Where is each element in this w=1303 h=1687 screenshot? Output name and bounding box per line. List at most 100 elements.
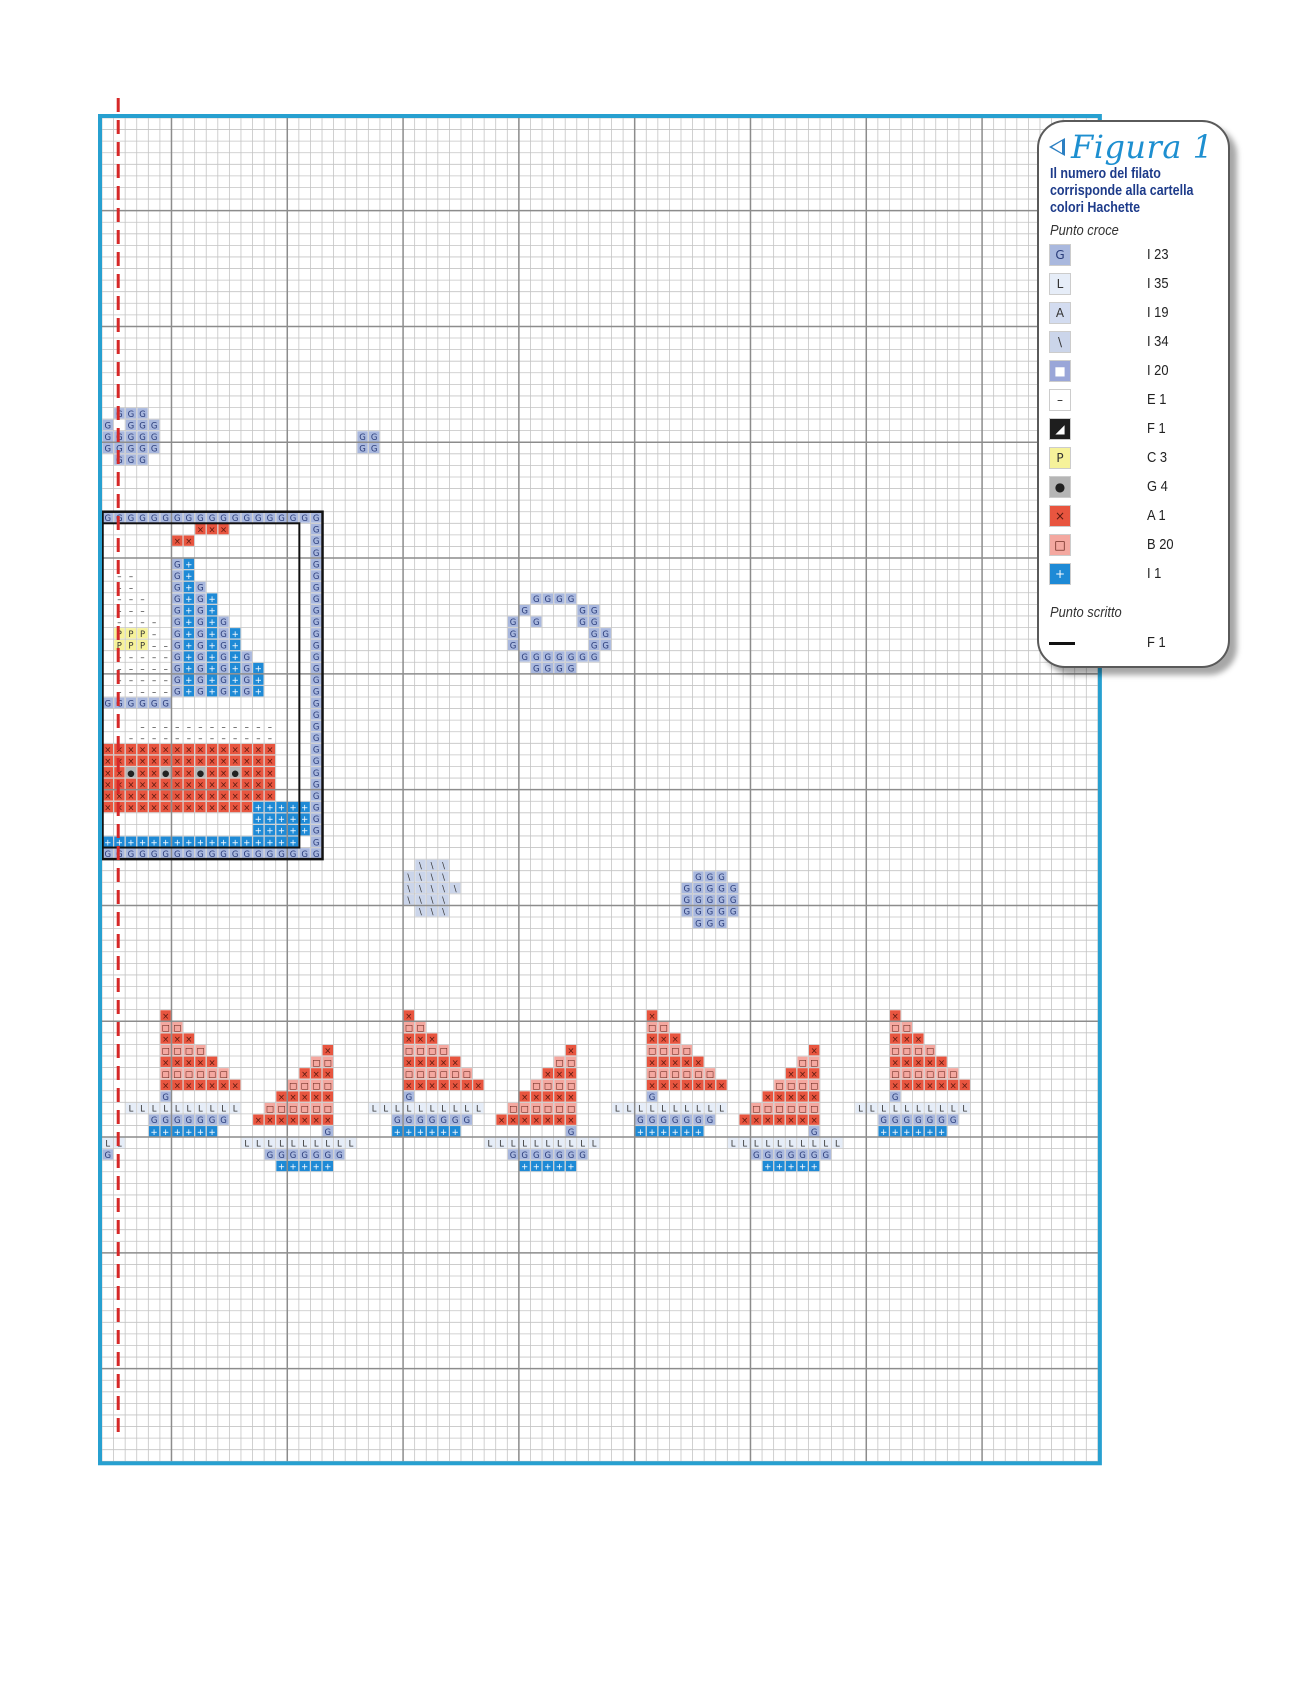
stitch-symbol: G <box>602 641 609 651</box>
stitch-symbol: L <box>163 1105 168 1115</box>
stitch-symbol: G <box>174 572 181 582</box>
stitch-symbol: G <box>533 665 540 675</box>
stitch-symbol: × <box>174 792 181 802</box>
stitch-symbol: – <box>164 722 168 732</box>
stitch-symbol: × <box>162 746 169 756</box>
stitch-symbol: – <box>129 595 133 605</box>
stitch-symbol: + <box>440 1128 447 1138</box>
stitch-symbol: L <box>812 1139 817 1149</box>
stitch-symbol: – <box>268 734 272 744</box>
stitch-symbol: × <box>405 1081 412 1091</box>
stitch-symbol: × <box>892 1081 899 1091</box>
stitch-symbol: G <box>128 421 135 431</box>
stitch-symbol: G <box>718 873 725 883</box>
stitch-symbol: – <box>175 722 179 732</box>
stitch-symbol: × <box>301 1070 308 1080</box>
stitch-symbol: + <box>290 804 297 814</box>
stitch-symbol: □ <box>787 1081 795 1091</box>
stitch-symbol: G <box>568 1151 575 1161</box>
stitch-symbol: L <box>210 1105 215 1115</box>
stitch-symbol: □ <box>810 1081 818 1091</box>
stitch-symbol: □ <box>196 1070 204 1080</box>
stitch-symbol: G <box>533 1151 540 1161</box>
stitch-symbol: × <box>324 1047 331 1057</box>
stitch-symbol: L <box>765 1139 770 1149</box>
stitch-symbol: × <box>266 792 273 802</box>
stitch-symbol: G <box>730 896 737 906</box>
stitch-symbol: L <box>268 1139 273 1149</box>
stitch-symbol: × <box>255 769 262 779</box>
stitch-symbol: \ <box>442 885 445 895</box>
stitch-symbol: × <box>243 804 250 814</box>
stitch-symbol: + <box>405 1128 412 1138</box>
stitch-symbol: + <box>278 815 285 825</box>
stitch-symbol: L <box>789 1139 794 1149</box>
stitch-symbol: L <box>430 1105 435 1115</box>
stitch-symbol: × <box>139 792 146 802</box>
stitch-symbol: L <box>684 1105 689 1115</box>
stitch-symbol: × <box>556 1070 563 1080</box>
stitch-symbol: × <box>232 780 239 790</box>
stitch-symbol: × <box>405 1012 412 1022</box>
stitch-symbol: G <box>521 653 528 663</box>
stitch-symbol: G <box>267 1151 274 1161</box>
stitch-symbol: L <box>291 1139 296 1149</box>
stitch-symbol: L <box>534 1139 539 1149</box>
stitch-symbol: – <box>152 722 156 732</box>
stitch-symbol: + <box>185 641 192 651</box>
stitch-symbol: G <box>313 595 320 605</box>
stitch-symbol: G <box>927 1116 934 1126</box>
stitch-symbol: □ <box>416 1070 424 1080</box>
stitch-symbol: G <box>151 699 158 709</box>
stitch-symbol: □ <box>799 1105 807 1115</box>
stitch-symbol: \ <box>431 885 434 895</box>
stitch-symbol: G <box>938 1116 945 1126</box>
stitch-symbol: × <box>266 780 273 790</box>
stitch-symbol: L <box>858 1105 863 1115</box>
stitch-symbol: G <box>313 746 320 756</box>
stitch-symbol: \ <box>454 885 457 895</box>
stitch-symbol: G <box>290 1151 297 1161</box>
stitch-symbol: G <box>197 618 204 628</box>
stitch-symbol: G <box>313 641 320 651</box>
legend-item: ● G 4 <box>1049 476 1219 500</box>
stitch-symbol: □ <box>208 1070 216 1080</box>
stitch-symbol: G <box>880 1116 887 1126</box>
legend-item: □ B 20 <box>1049 534 1219 558</box>
stitch-symbol: – <box>233 722 237 732</box>
stitch-symbol: □ <box>799 1081 807 1091</box>
stitch-symbol: G <box>799 1151 806 1161</box>
stitch-symbol: G <box>220 688 227 698</box>
stitch-symbol: + <box>880 1128 887 1138</box>
stitch-symbol: G <box>220 665 227 675</box>
stitch-symbol: × <box>475 1081 482 1091</box>
legend-item: G I 23 <box>1049 244 1219 268</box>
stitch-symbol: G <box>707 873 714 883</box>
stitch-symbol: G <box>174 583 181 593</box>
stitch-symbol: □ <box>775 1081 783 1091</box>
stitch-symbol: □ <box>428 1047 436 1057</box>
stitch-symbol: × <box>510 1116 517 1126</box>
stitch-symbol: G <box>139 456 146 466</box>
stitch-symbol: G <box>139 445 146 455</box>
stitch-symbol: × <box>162 1035 169 1045</box>
stitch-symbol: + <box>232 676 239 686</box>
stitch-symbol: G <box>313 537 320 547</box>
stitch-symbol: × <box>243 769 250 779</box>
stitch-symbol: – <box>129 653 133 663</box>
stitch-symbol: × <box>185 792 192 802</box>
stitch-symbol: G <box>174 618 181 628</box>
stitch-symbol: G <box>313 699 320 709</box>
stitch-symbol: × <box>220 526 227 536</box>
stitch-symbol: \ <box>431 908 434 918</box>
stitch-symbol: \ <box>407 896 410 906</box>
stitch-symbol: G <box>313 780 320 790</box>
stitch-symbol: × <box>232 746 239 756</box>
legend-swatch: □ <box>1049 534 1071 556</box>
stitch-symbol: G <box>313 804 320 814</box>
stitch-symbol: L <box>904 1105 909 1115</box>
stitch-symbol: × <box>301 1116 308 1126</box>
stitch-symbol: L <box>476 1105 481 1115</box>
stitch-symbol: – <box>129 572 133 582</box>
stitch-symbol: G <box>278 1151 285 1161</box>
